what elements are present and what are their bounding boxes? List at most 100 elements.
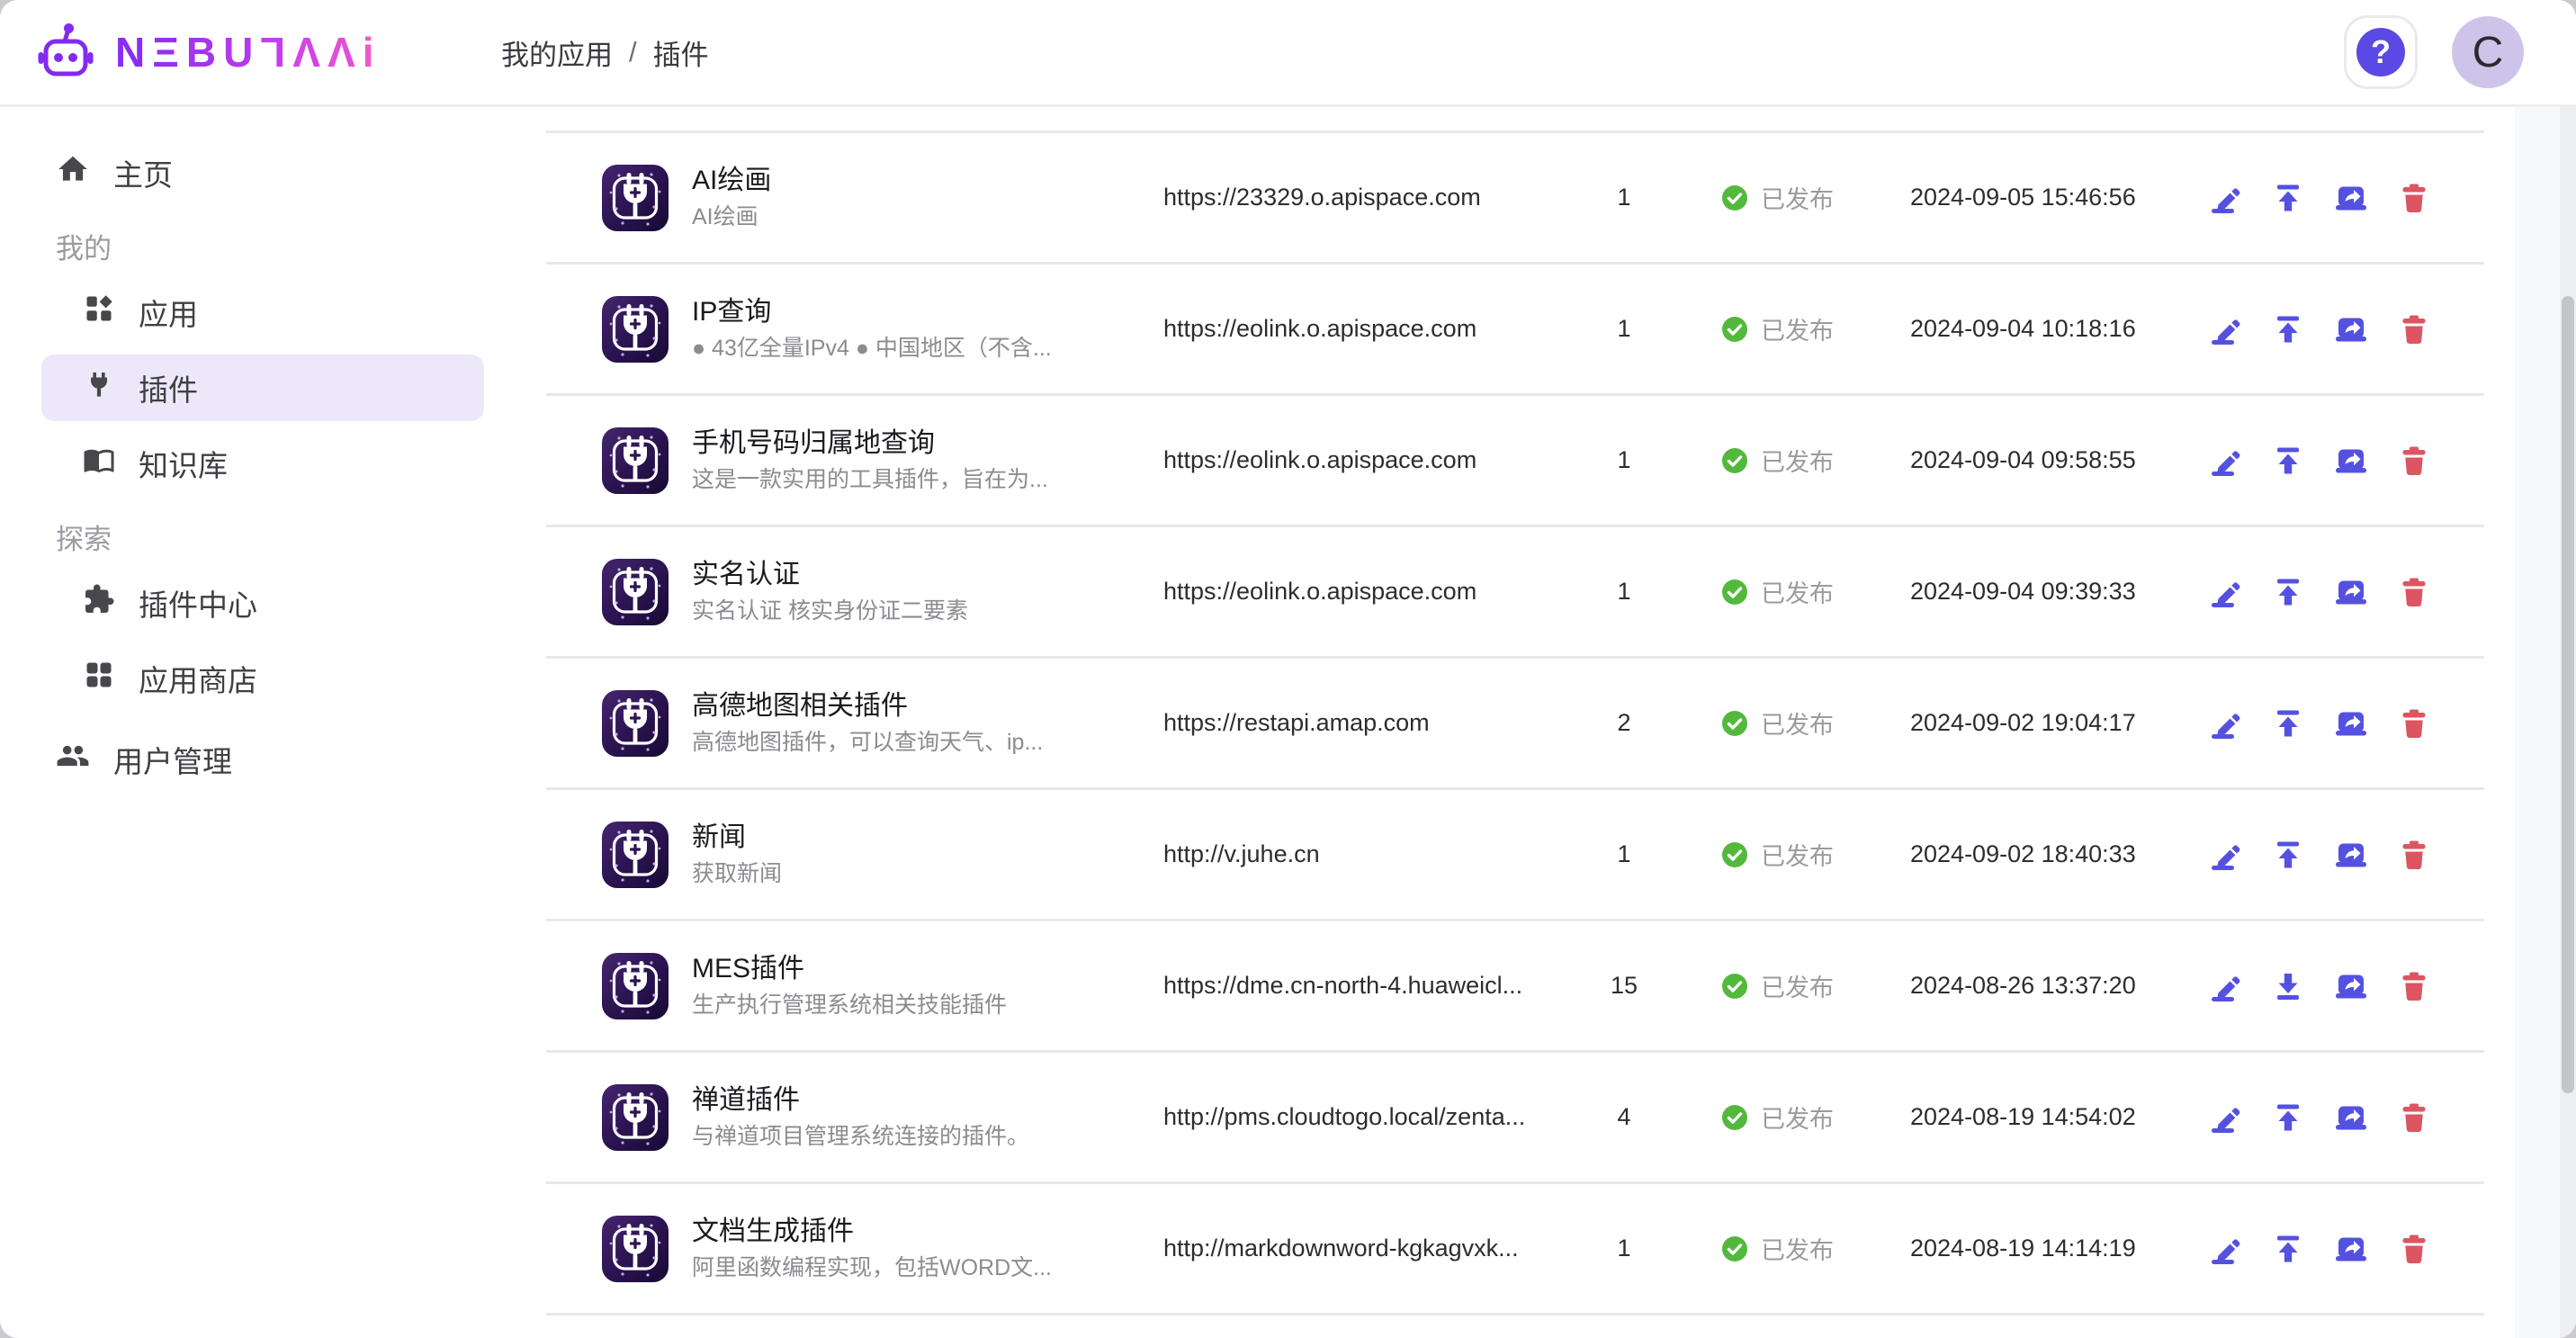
table-row: 文档生成插件 阿里函数编程实现，包括WORD文... http://markdo…: [546, 1184, 2484, 1316]
publish-button[interactable]: [2263, 1224, 2313, 1274]
delete-button[interactable]: [2389, 567, 2439, 617]
delete-button[interactable]: [2389, 961, 2439, 1011]
sidebar-item-home[interactable]: 主页: [41, 139, 484, 206]
table-row: 禅道插件 与禅道项目管理系统连接的插件。 http://pms.cloudtog…: [546, 1053, 2484, 1184]
sidebar: 主页 我的 应用: [0, 107, 501, 1338]
upload-icon: [2270, 705, 2306, 741]
status-badge: 已发布: [1721, 180, 1910, 215]
publish-button[interactable]: [2263, 304, 2313, 355]
breadcrumb-parent[interactable]: 我的应用: [501, 32, 613, 73]
plugin-text: 文档生成插件 阿里函数编程实现，包括WORD文...: [692, 1214, 1140, 1283]
plugin-count: 1: [1583, 184, 1665, 211]
publish-button[interactable]: [2263, 698, 2313, 749]
plugin-icon: [602, 165, 669, 231]
sidebar-section-explore: 探索: [56, 516, 484, 557]
plugin-icon: [602, 1084, 669, 1151]
plugin-name: 高德地图相关插件: [692, 688, 1140, 724]
share-button[interactable]: [2326, 698, 2376, 749]
status-badge: 已发布: [1721, 311, 1910, 346]
published-check-icon: [1721, 1104, 1748, 1131]
header: NΞBULΛΛi 我的应用 / 插件 ? C: [0, 0, 2576, 107]
delete-button[interactable]: [2389, 304, 2439, 355]
share-button[interactable]: [2326, 436, 2376, 486]
question-mark-icon: ?: [2356, 28, 2405, 76]
pencil-icon: [2207, 574, 2243, 610]
publish-button[interactable]: [2263, 830, 2313, 880]
row-actions: [2200, 304, 2439, 355]
delete-button[interactable]: [2389, 436, 2439, 486]
plugin-url: http://v.juhe.cn: [1163, 840, 1583, 868]
sidebar-item-app-store[interactable]: 应用商店: [41, 645, 484, 712]
published-check-icon: [1721, 1235, 1748, 1262]
plugin-icon: [602, 427, 669, 494]
scrollbar-thumb[interactable]: [2562, 296, 2574, 1093]
table-row: AI绘画 AI绘画 https://23329.o.apispace.com 1…: [546, 133, 2484, 265]
publish-button[interactable]: [2263, 436, 2313, 486]
pencil-icon: [2207, 1231, 2243, 1267]
delete-button[interactable]: [2389, 830, 2439, 880]
edit-button[interactable]: [2200, 698, 2250, 749]
pencil-icon: [2207, 311, 2243, 347]
status-badge: 已发布: [1721, 1231, 1910, 1266]
delete-button[interactable]: [2389, 1224, 2439, 1274]
publish-time: 2024-09-04 10:18:16: [1910, 315, 2200, 343]
plugin-text: MES插件 生产执行管理系统相关技能插件: [692, 951, 1140, 1020]
edit-button[interactable]: [2200, 1224, 2250, 1274]
row-actions: [2200, 830, 2439, 880]
share-button[interactable]: [2326, 173, 2376, 223]
edit-button[interactable]: [2200, 567, 2250, 617]
upload-icon: [2270, 443, 2306, 479]
pencil-icon: [2207, 968, 2243, 1004]
delete-button[interactable]: [2389, 1092, 2439, 1143]
edit-button[interactable]: [2200, 436, 2250, 486]
trash-icon: [2396, 1100, 2432, 1136]
sidebar-item-apps[interactable]: 应用: [41, 279, 484, 346]
row-actions: [2200, 173, 2439, 223]
share-button[interactable]: [2326, 830, 2376, 880]
sidebar-item-user-management[interactable]: 用户管理: [41, 726, 484, 793]
share-button[interactable]: [2326, 567, 2376, 617]
publish-button[interactable]: [2263, 1092, 2313, 1143]
status-badge: 已发布: [1721, 705, 1910, 741]
delete-button[interactable]: [2389, 173, 2439, 223]
published-check-icon: [1721, 841, 1748, 868]
brand-logo[interactable]: NΞBULΛΛi: [0, 22, 501, 84]
plugin-url: https://eolink.o.apispace.com: [1163, 578, 1583, 606]
sidebar-item-label: 用户管理: [113, 738, 232, 781]
plugin-icon: [602, 822, 669, 888]
edit-button[interactable]: [2200, 173, 2250, 223]
pencil-icon: [2207, 180, 2243, 216]
plugin-url: http://pms.cloudtogo.local/zenta...: [1163, 1103, 1583, 1131]
sidebar-item-knowledge-base[interactable]: 知识库: [41, 430, 484, 497]
publish-button[interactable]: [2263, 173, 2313, 223]
download-button[interactable]: [2263, 961, 2313, 1011]
widgets-icon: [83, 292, 115, 332]
share-button[interactable]: [2326, 304, 2376, 355]
plugin-icon: [602, 559, 669, 625]
edit-button[interactable]: [2200, 830, 2250, 880]
help-button[interactable]: ?: [2344, 15, 2418, 89]
share-button[interactable]: [2326, 1224, 2376, 1274]
share-button[interactable]: [2326, 961, 2376, 1011]
trash-icon: [2396, 968, 2432, 1004]
edit-button[interactable]: [2200, 1092, 2250, 1143]
avatar[interactable]: C: [2452, 16, 2524, 88]
plugin-icon: [602, 953, 669, 1019]
publish-button[interactable]: [2263, 567, 2313, 617]
trash-icon: [2396, 311, 2432, 347]
share-button[interactable]: [2326, 1092, 2376, 1143]
sidebar-item-label: 知识库: [139, 442, 228, 485]
share-screen-icon: [2333, 574, 2369, 610]
sidebar-item-plugin-center[interactable]: 插件中心: [41, 570, 484, 636]
scrollbar[interactable]: [2560, 107, 2576, 1338]
sidebar-item-plugins[interactable]: 插件: [41, 355, 484, 421]
plugin-count: 1: [1583, 578, 1665, 606]
edit-button[interactable]: [2200, 961, 2250, 1011]
sidebar-item-label: 主页: [113, 151, 173, 194]
publish-time: 2024-08-19 14:14:19: [1910, 1235, 2200, 1262]
upload-icon: [2270, 574, 2306, 610]
delete-button[interactable]: [2389, 698, 2439, 749]
plugin-text: 手机号码归属地查询 这是一款实用的工具插件，旨在为...: [692, 426, 1140, 495]
edit-button[interactable]: [2200, 304, 2250, 355]
sidebar-section-my: 我的: [56, 226, 484, 266]
